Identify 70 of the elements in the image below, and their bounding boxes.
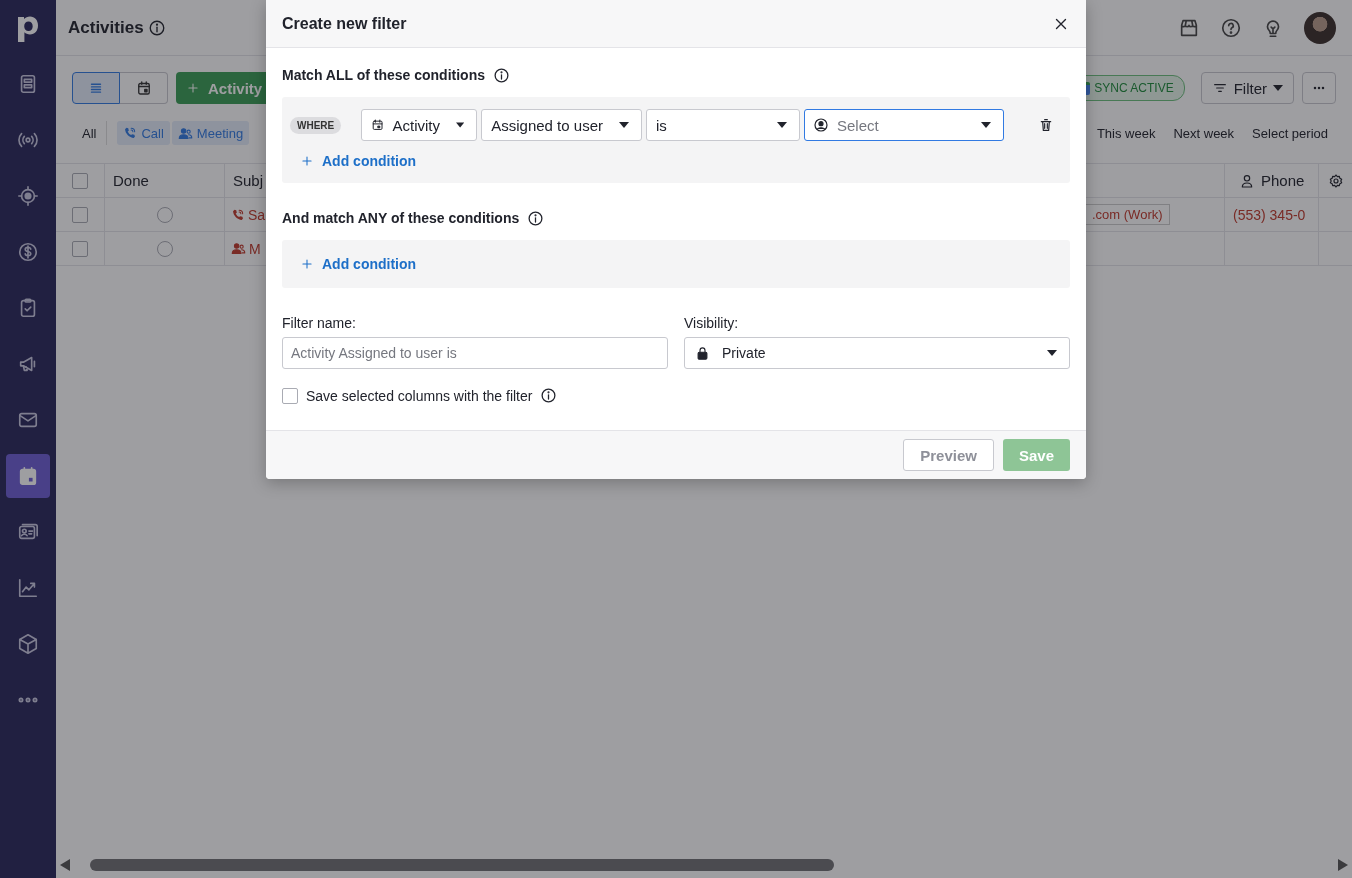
scroll-right-icon[interactable]	[1338, 859, 1348, 871]
delete-icon[interactable]	[1038, 117, 1054, 133]
info-icon	[527, 209, 545, 227]
section-heading: Match ALL of these conditions	[282, 67, 485, 83]
user-circle-icon	[812, 117, 829, 133]
plus-icon	[186, 81, 200, 95]
plus-icon	[300, 257, 314, 271]
scroll-left-icon[interactable]	[60, 859, 70, 871]
target-icon	[17, 185, 39, 207]
line-chart-icon	[17, 577, 39, 599]
lock-icon	[695, 345, 710, 361]
add-condition-button[interactable]: Add condition	[300, 254, 417, 274]
field-label: Filter name:	[282, 315, 357, 331]
subject-link[interactable]: M	[249, 240, 261, 257]
condition-dropdown[interactable]: Activity	[361, 109, 478, 141]
checkbox[interactable]	[282, 387, 298, 404]
phone-icon	[123, 126, 138, 140]
section-heading: And match ANY of these conditions	[282, 210, 520, 226]
caret-icon	[455, 122, 465, 128]
period-filter[interactable]: Next week	[1173, 125, 1235, 141]
caret-icon	[1273, 85, 1283, 91]
period-filter[interactable]: This week	[1096, 125, 1156, 141]
period-filter[interactable]: Select period	[1252, 125, 1328, 141]
checkbox[interactable]	[72, 206, 88, 223]
visibility-dropdown[interactable]: Private	[684, 337, 1070, 369]
add-condition-button[interactable]: Add condition	[300, 151, 417, 171]
where-label: WHERE	[290, 116, 342, 134]
field-label: Visibility:	[684, 315, 740, 331]
caret-icon	[980, 122, 991, 128]
info-icon	[493, 66, 510, 84]
phone-link[interactable]: (553) 345-0	[1233, 206, 1306, 223]
filter-button[interactable]: Filter	[1200, 72, 1294, 104]
logo-icon[interactable]	[18, 14, 38, 42]
people-icon	[231, 241, 246, 256]
condition-dropdown[interactable]: Select	[803, 109, 1004, 141]
column-header[interactable]: Done	[105, 164, 225, 197]
info-icon	[147, 18, 166, 37]
checkbox-label: Save selected columns with the filter	[306, 387, 533, 404]
calendar-view-button[interactable]	[120, 72, 168, 104]
checkbox[interactable]	[72, 172, 88, 189]
page-title: Activities	[68, 17, 144, 38]
caret-icon	[618, 122, 629, 128]
dollar-icon	[17, 241, 39, 263]
person-icon	[1239, 172, 1255, 189]
calendar-icon	[371, 117, 385, 133]
condition-dropdown[interactable]: Assigned to user	[481, 109, 642, 141]
checkbox[interactable]	[72, 240, 88, 257]
help-icon[interactable]	[1220, 16, 1242, 39]
type-filter[interactable]: Meeting	[171, 121, 250, 145]
plus-icon	[300, 154, 314, 168]
cube-icon	[17, 633, 39, 655]
column-header[interactable]: Phone	[1261, 172, 1305, 189]
user-avatar[interactable]	[1304, 11, 1336, 44]
subject-link[interactable]: Sa	[248, 206, 266, 223]
people-icon	[177, 125, 193, 141]
phone-icon	[231, 207, 245, 222]
caret-icon	[776, 122, 787, 128]
caret-icon	[1047, 350, 1057, 356]
info-icon	[540, 387, 558, 404]
sidebar-item[interactable]	[6, 454, 50, 498]
list-view-button[interactable]	[72, 72, 120, 104]
condition-dropdown[interactable]: is	[645, 109, 800, 141]
type-filter[interactable]: Call	[117, 121, 170, 145]
scrollbar-thumb[interactable]	[90, 859, 834, 871]
filter-name-field[interactable]: Activity Assigned to user is	[282, 337, 668, 369]
settings-icon[interactable]	[1327, 172, 1344, 189]
calendar-icon	[17, 465, 39, 487]
dialog-title: Create new filter	[282, 14, 407, 33]
type-filter[interactable]: All	[72, 121, 108, 145]
more-icon	[18, 697, 38, 703]
